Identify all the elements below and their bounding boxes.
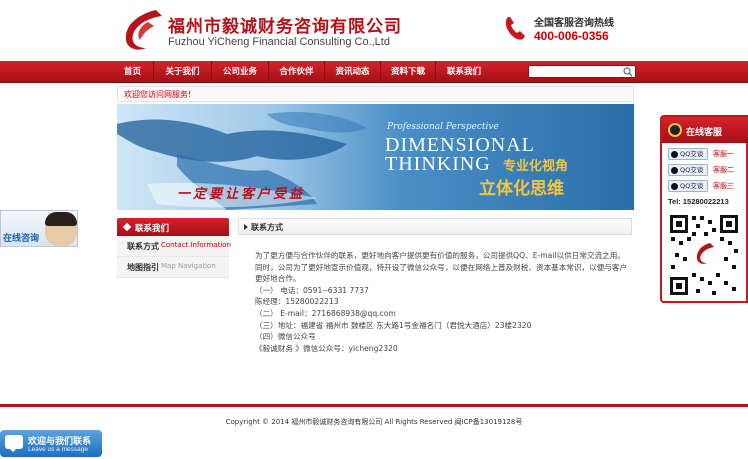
nav-item-home[interactable]: 首页 [112, 61, 154, 83]
sidebar-title: 联系我们 [135, 224, 170, 234]
content-wechat-account: 《毅诚财务 》微信公众号：yicheng2320 [255, 343, 398, 353]
banner-slogan: 一定要让客户受益 [177, 187, 306, 202]
qq-chat-label: QQ交谈 [680, 166, 704, 174]
online-consult-label: 在线咨询 [3, 234, 40, 244]
nav-item-partners[interactable]: 合作伙伴 [269, 61, 325, 83]
agent-row: QQ交谈 客服三 [668, 180, 746, 194]
qq-icon [671, 151, 678, 158]
nav-item-contact[interactable]: 联系我们 [436, 61, 492, 83]
content-paragraph: 为了更方便与合作伙伴的联系，更好地向客户提供更有价值的服务，公司提供QQ、E-m… [255, 251, 625, 260]
content-paragraph: 更好地合作。 [255, 274, 301, 284]
content-wechat-heading: （四）微信公众号 [255, 332, 316, 342]
qq-penguin-icon [668, 123, 682, 137]
qq-chat-button[interactable]: QQ交谈 [668, 180, 708, 192]
agent-avatar-hair [45, 212, 77, 226]
banner-cn-headline2: 立体化思维 [479, 179, 564, 199]
sidebar-item-label-cn: 联系方式 [127, 242, 159, 251]
sidebar-item-label-cn: 地图指引 [127, 263, 159, 272]
contact-content: 为了更方便与合作伙伴的联系，更好地向客户提供更有价值的服务，公司提供QQ、E-m… [255, 250, 628, 354]
diamond-icon [122, 222, 132, 232]
footer-divider [0, 404, 748, 407]
welcome-text: 欢迎您访问网服务! [124, 90, 192, 99]
qq-chat-button[interactable]: QQ交谈 [668, 148, 708, 160]
content-title: 联系方式 [251, 223, 283, 232]
sidebar-item-map[interactable]: 地图指引 Map Navigation [117, 257, 229, 278]
online-service-title: 在线客服 [686, 128, 723, 138]
online-service-header: 在线客服 [662, 117, 748, 143]
agent-row: QQ交谈 客服二 [668, 164, 746, 178]
agent-name[interactable]: 客服一 [713, 149, 734, 159]
online-consult-float[interactable]: 在线咨询 [0, 210, 78, 247]
footer-copyright: Copyright © 2014 福州市毅诚财务咨询有限公司 All Right… [225, 418, 523, 426]
content-title-bar: 联系方式 [238, 218, 632, 235]
company-name-cn: 福州市毅诚财务咨询有限公司 [168, 17, 402, 37]
online-service-panel: 在线客服 QQ交谈 客服一 QQ交谈 客服二 QQ交谈 客服三 Tel: 152… [660, 115, 748, 303]
sidebar-item-label-en: Map Navigation [161, 262, 216, 270]
search-box [528, 65, 636, 78]
content-email: （二） E-mail：2716868938@qq.com [255, 308, 396, 318]
hotline-number: 400-006-0356 [534, 29, 609, 43]
agent-name[interactable]: 客服二 [713, 165, 734, 175]
search-icon[interactable] [623, 67, 633, 77]
hotline-label: 全国客服咨询热线 [534, 18, 614, 29]
sidebar-item-contact-info[interactable]: 联系方式 Contact Information [117, 236, 231, 257]
company-name-en: Fuzhou YiCheng Financial Consulting Co.,… [168, 36, 390, 48]
sidebar-title-bar: 联系我们 [117, 218, 229, 236]
content-address: （三）地址：福建省 福州市 鼓楼区 东大路1号金福名门（君悦大酒店）23楼232… [255, 320, 532, 330]
hero-banner: Professional Perspective DIMENSIONAL THI… [117, 104, 634, 210]
banner-cn-headline1: 专业化视角 [503, 159, 569, 174]
site-header: 福州市毅诚财务咨询有限公司 Fuzhou YiCheng Financial C… [0, 0, 748, 60]
qq-chat-button[interactable]: QQ交谈 [668, 164, 708, 176]
nav-item-about[interactable]: 关于我们 [154, 61, 212, 83]
service-phone: Tel: 15280022213 [668, 197, 729, 206]
banner-subtitle: Professional Perspective [387, 122, 499, 132]
arrow-right-icon [244, 224, 248, 230]
leave-message-button[interactable]: 欢迎与我们联系 Leave us a message [0, 430, 102, 457]
content-phone: （一） 电话：0591--6331 7737 [255, 285, 369, 295]
welcome-bar: 欢迎您访问网服务! [117, 86, 634, 102]
agent-name[interactable]: 客服三 [713, 181, 734, 191]
company-logo-icon[interactable] [118, 8, 164, 52]
qq-icon [671, 167, 678, 174]
search-input[interactable] [531, 66, 621, 77]
nav-item-news[interactable]: 资讯动态 [325, 61, 381, 83]
content-manager: 陈经理：15280022213 [255, 297, 339, 307]
qq-chat-label: QQ交谈 [680, 182, 704, 190]
agent-row: QQ交谈 客服一 [668, 148, 746, 162]
banner-line2: THINKING [385, 153, 491, 175]
nav-item-business[interactable]: 公司业务 [212, 61, 269, 83]
sidebar-item-label-en: Contact Information [161, 241, 231, 249]
qq-chat-label: QQ交谈 [680, 150, 704, 158]
leave-message-label-en: Leave us a message [28, 446, 88, 453]
qq-icon [671, 183, 678, 190]
nav-items: 首页 关于我们 公司业务 合作伙伴 资讯动态 资料下载 联系我们 [112, 61, 492, 83]
wechat-qr-code [668, 213, 740, 297]
phone-icon [505, 17, 525, 40]
nav-item-downloads[interactable]: 资料下载 [381, 61, 436, 83]
content-paragraph: 同时，公司为了更好地宣示价值观，特开设了微信公众号，以便在网络上普及财税、资本基… [255, 262, 628, 272]
chat-bubble-icon [5, 435, 23, 452]
